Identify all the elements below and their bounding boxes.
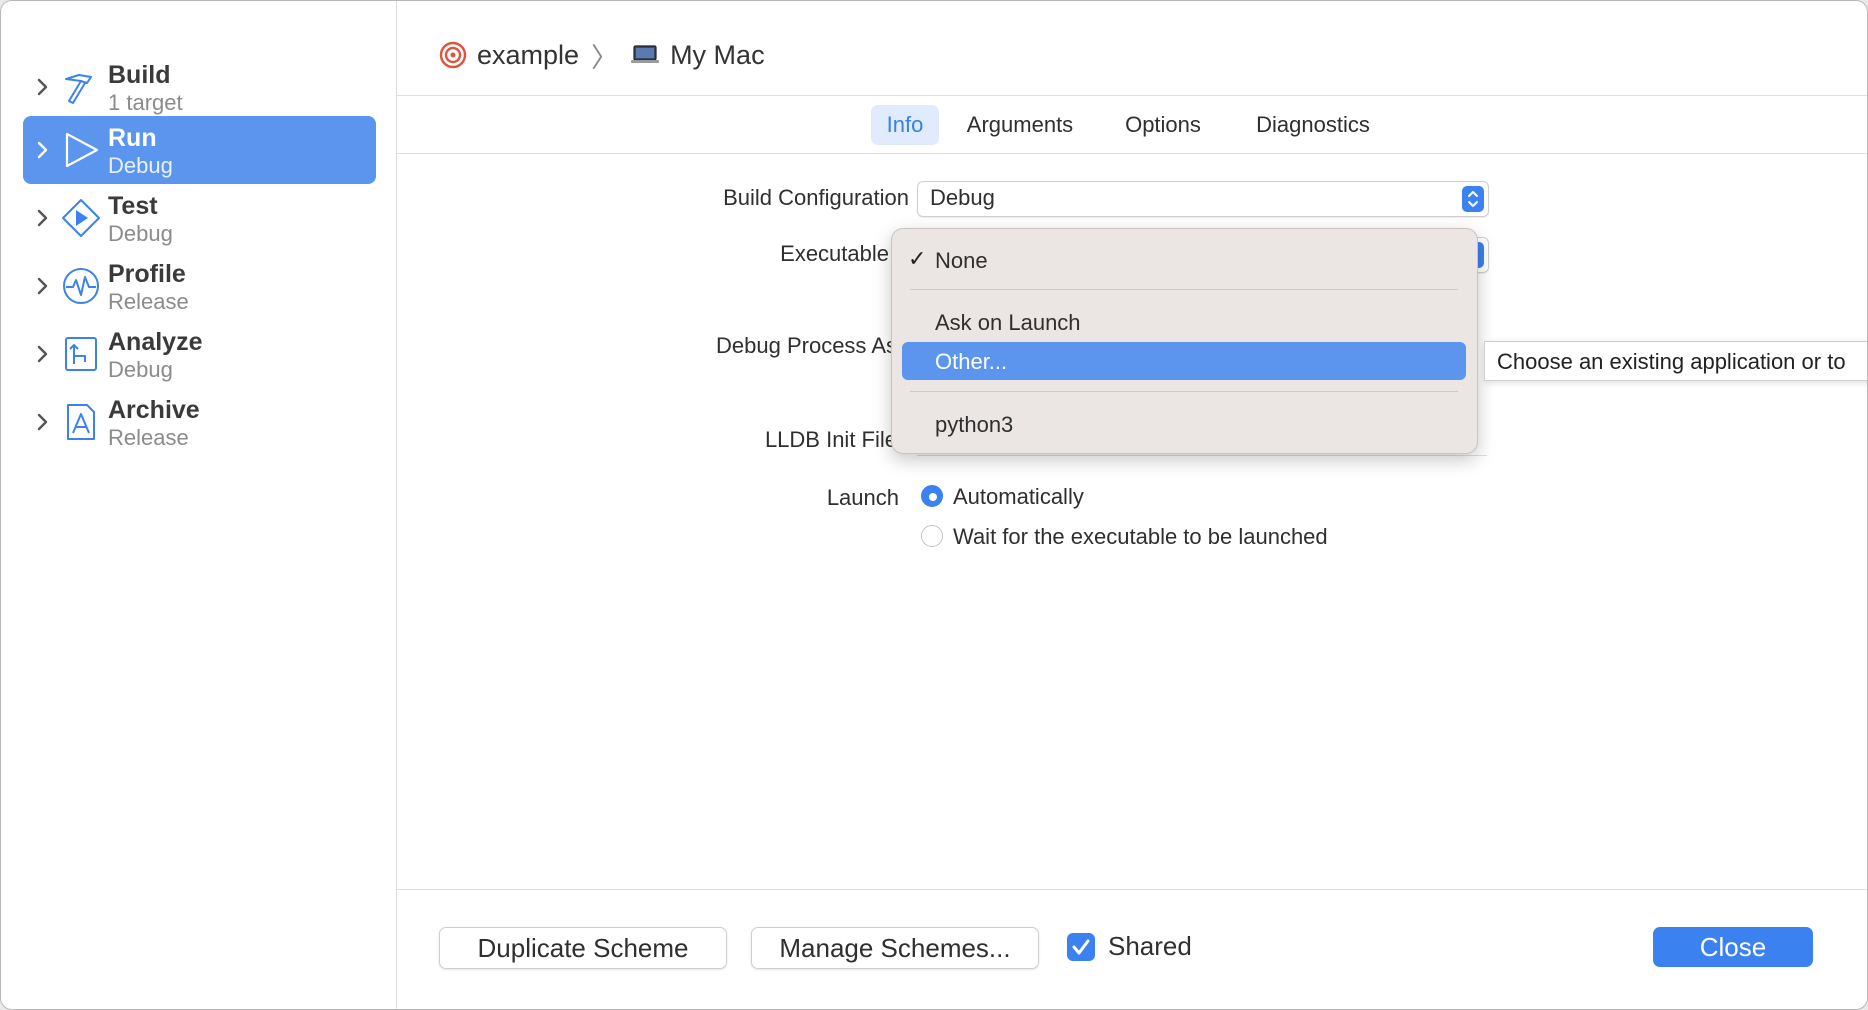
tab-options[interactable]: Options <box>1119 105 1207 145</box>
scheme-editor-window: Build 1 target Run Debug Test Debug Prof… <box>0 0 1868 1010</box>
sidebar-item-subtitle: Debug <box>108 221 173 246</box>
shared-checkbox[interactable] <box>1067 933 1095 961</box>
archive-icon <box>67 404 95 440</box>
sidebar-item-title: Run <box>108 124 157 152</box>
build-configuration-label: Build Configuration <box>723 185 909 210</box>
lldb-init-file-label: LLDB Init File <box>764 427 897 452</box>
sidebar-item-title: Test <box>108 192 158 220</box>
sidebar-item-title: Archive <box>108 396 200 424</box>
footer-divider <box>397 889 1867 890</box>
sidebar-item-run[interactable]: Run Debug <box>23 116 376 184</box>
breadcrumb-destination[interactable]: My Mac <box>670 40 765 71</box>
launch-wait-radio[interactable] <box>921 525 943 547</box>
tooltip: Choose an existing application or to <box>1484 341 1867 381</box>
target-icon <box>439 41 467 69</box>
chevron-right-icon[interactable] <box>33 206 53 230</box>
sidebar-item-profile[interactable]: Profile Release <box>23 252 376 320</box>
breadcrumb-separator-icon: 〉 <box>591 42 619 73</box>
sidebar-item-subtitle: 1 target <box>108 90 183 115</box>
sidebar-item-title: Build <box>108 61 171 89</box>
menu-item-python3[interactable]: python3 <box>902 405 1466 443</box>
executable-dropdown-menu: ✓ None Ask on Launch Other... python3 <box>891 228 1478 454</box>
sidebar-item-test[interactable]: Test Debug <box>23 184 376 252</box>
scheme-action-sidebar: Build 1 target Run Debug Test Debug Prof… <box>1 1 397 1009</box>
sidebar-item-build[interactable]: Build 1 target <box>23 53 376 121</box>
popup-stepper-icon <box>1462 186 1484 212</box>
laptop-icon <box>631 45 660 63</box>
menu-item-other[interactable]: Other... <box>902 342 1466 380</box>
play-triangle-icon <box>65 132 99 168</box>
tooltip-text: Choose an existing application or to <box>1497 349 1846 374</box>
lldb-init-field-underline <box>917 455 1487 456</box>
sidebar-item-subtitle: Release <box>108 289 189 314</box>
sidebar-item-title: Analyze <box>108 328 203 356</box>
close-button[interactable]: Close <box>1653 927 1813 967</box>
chevron-right-icon[interactable] <box>33 410 53 434</box>
header-divider <box>397 95 1867 96</box>
executable-label: Executable <box>780 241 889 266</box>
launch-wait-label[interactable]: Wait for the executable to be launched <box>953 524 1328 550</box>
build-configuration-value: Debug <box>930 185 995 210</box>
launch-label: Launch <box>826 485 899 510</box>
chevron-right-icon[interactable] <box>33 138 53 162</box>
sidebar-item-subtitle: Debug <box>108 357 173 382</box>
scheme-detail-pane: example 〉 My Mac Info Arguments Options … <box>397 1 1867 1009</box>
waveform-icon <box>63 268 99 304</box>
sidebar-item-subtitle: Debug <box>108 153 173 178</box>
tab-info[interactable]: Info <box>871 105 939 145</box>
duplicate-scheme-button[interactable]: Duplicate Scheme <box>439 927 727 969</box>
menu-item-none[interactable]: ✓ None <box>902 241 1466 279</box>
breadcrumb: example 〉 My Mac <box>439 35 765 75</box>
hammer-icon <box>65 74 92 104</box>
chevron-right-icon[interactable] <box>33 75 53 99</box>
sidebar-item-analyze[interactable]: Analyze Debug <box>23 320 376 388</box>
menu-item-label: python3 <box>935 412 1014 437</box>
breadcrumb-scheme[interactable]: example <box>477 40 579 71</box>
analyze-icon <box>65 337 97 371</box>
sidebar-item-title: Profile <box>108 260 186 288</box>
shared-label[interactable]: Shared <box>1108 931 1192 962</box>
tab-diagnostics[interactable]: Diagnostics <box>1249 105 1377 145</box>
menu-separator <box>910 289 1458 290</box>
manage-schemes-button[interactable]: Manage Schemes... <box>751 927 1039 969</box>
tab-arguments[interactable]: Arguments <box>961 105 1079 145</box>
test-diamond-icon <box>62 199 100 237</box>
chevron-right-icon[interactable] <box>33 342 53 366</box>
menu-item-ask-on-launch[interactable]: Ask on Launch <box>902 303 1466 341</box>
menu-item-label: Other... <box>935 349 1008 374</box>
launch-automatically-label[interactable]: Automatically <box>953 484 1084 510</box>
sidebar-item-archive[interactable]: Archive Release <box>23 388 376 456</box>
build-configuration-popup[interactable]: Debug <box>917 181 1489 217</box>
tab-divider <box>397 153 1867 154</box>
checkmark-icon: ✓ <box>908 246 927 271</box>
menu-item-label: Ask on Launch <box>935 310 1081 335</box>
launch-automatically-radio[interactable] <box>921 485 943 507</box>
sidebar-item-subtitle: Release <box>108 425 189 450</box>
debug-process-label: Debug Process As <box>716 333 897 358</box>
chevron-right-icon[interactable] <box>33 274 53 298</box>
tab-bar: Info Arguments Options Diagnostics <box>397 105 1867 145</box>
menu-separator <box>910 391 1458 392</box>
checkmark-icon <box>1072 939 1090 955</box>
menu-item-label: None <box>935 248 988 273</box>
